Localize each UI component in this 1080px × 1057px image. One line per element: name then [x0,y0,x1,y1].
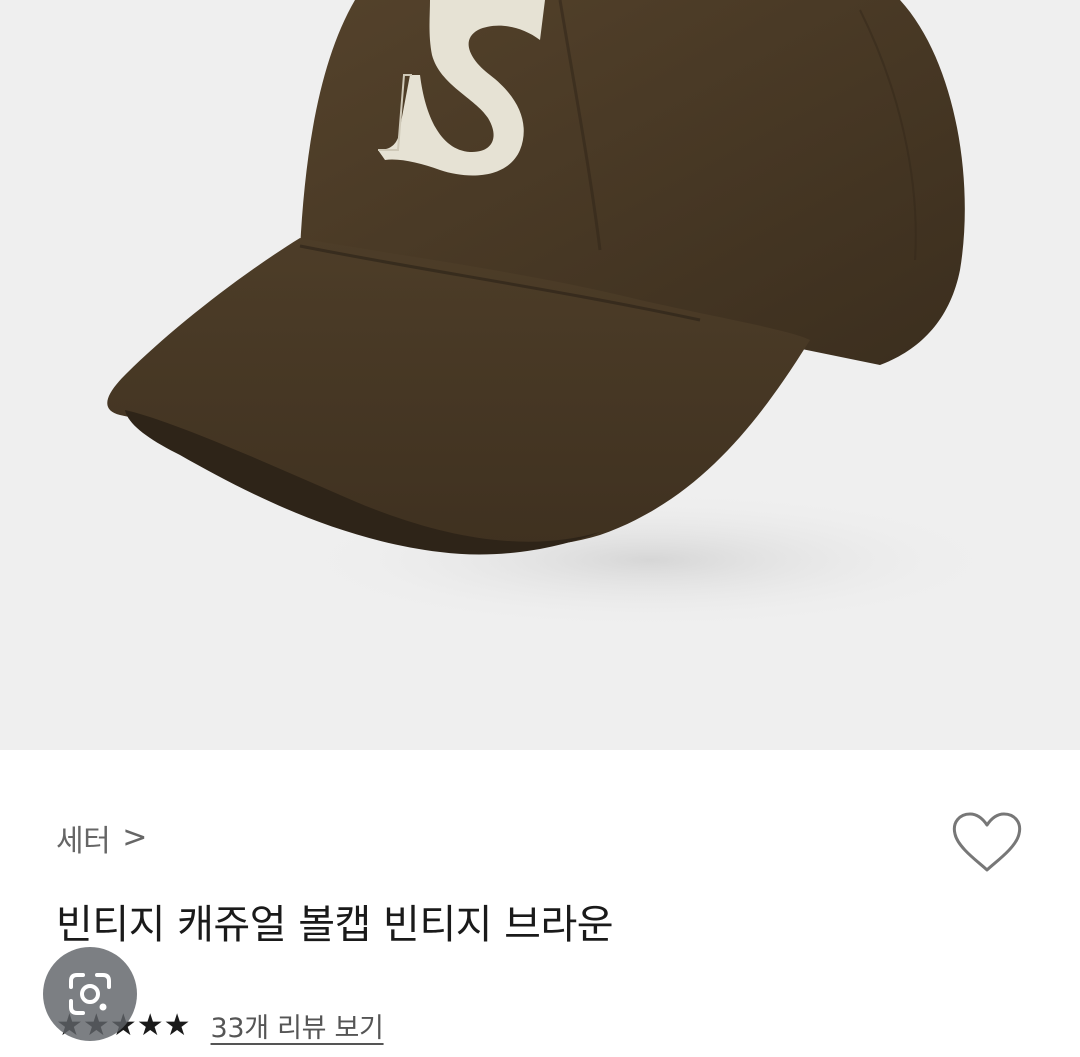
chevron-right-icon: > [122,819,147,855]
cap-illustration [107,0,1010,630]
product-page: 세터 > 빈티지 캐쥬얼 볼캡 빈티지 브라운 ★★★★★ 33개 리뷰 보기 [0,0,1080,1057]
product-image[interactable] [0,0,1080,750]
product-title: 빈티지 캐쥬얼 볼캡 빈티지 브라운 [56,902,614,948]
google-lens-button[interactable] [43,947,137,1041]
product-info: 세터 > 빈티지 캐쥬얼 볼캡 빈티지 브라운 ★★★★★ 33개 리뷰 보기 [0,750,1080,1057]
review-link[interactable]: 33개 리뷰 보기 [211,1006,384,1045]
star-icon: ★ [136,1007,164,1043]
star-icon: ★ [163,1007,191,1043]
google-lens-icon [69,973,111,1015]
breadcrumb-label[interactable]: 세터 [56,816,111,860]
like-button[interactable] [950,810,1024,876]
breadcrumb[interactable]: 세터 > [56,816,147,860]
heart-outline-icon [952,812,1022,872]
